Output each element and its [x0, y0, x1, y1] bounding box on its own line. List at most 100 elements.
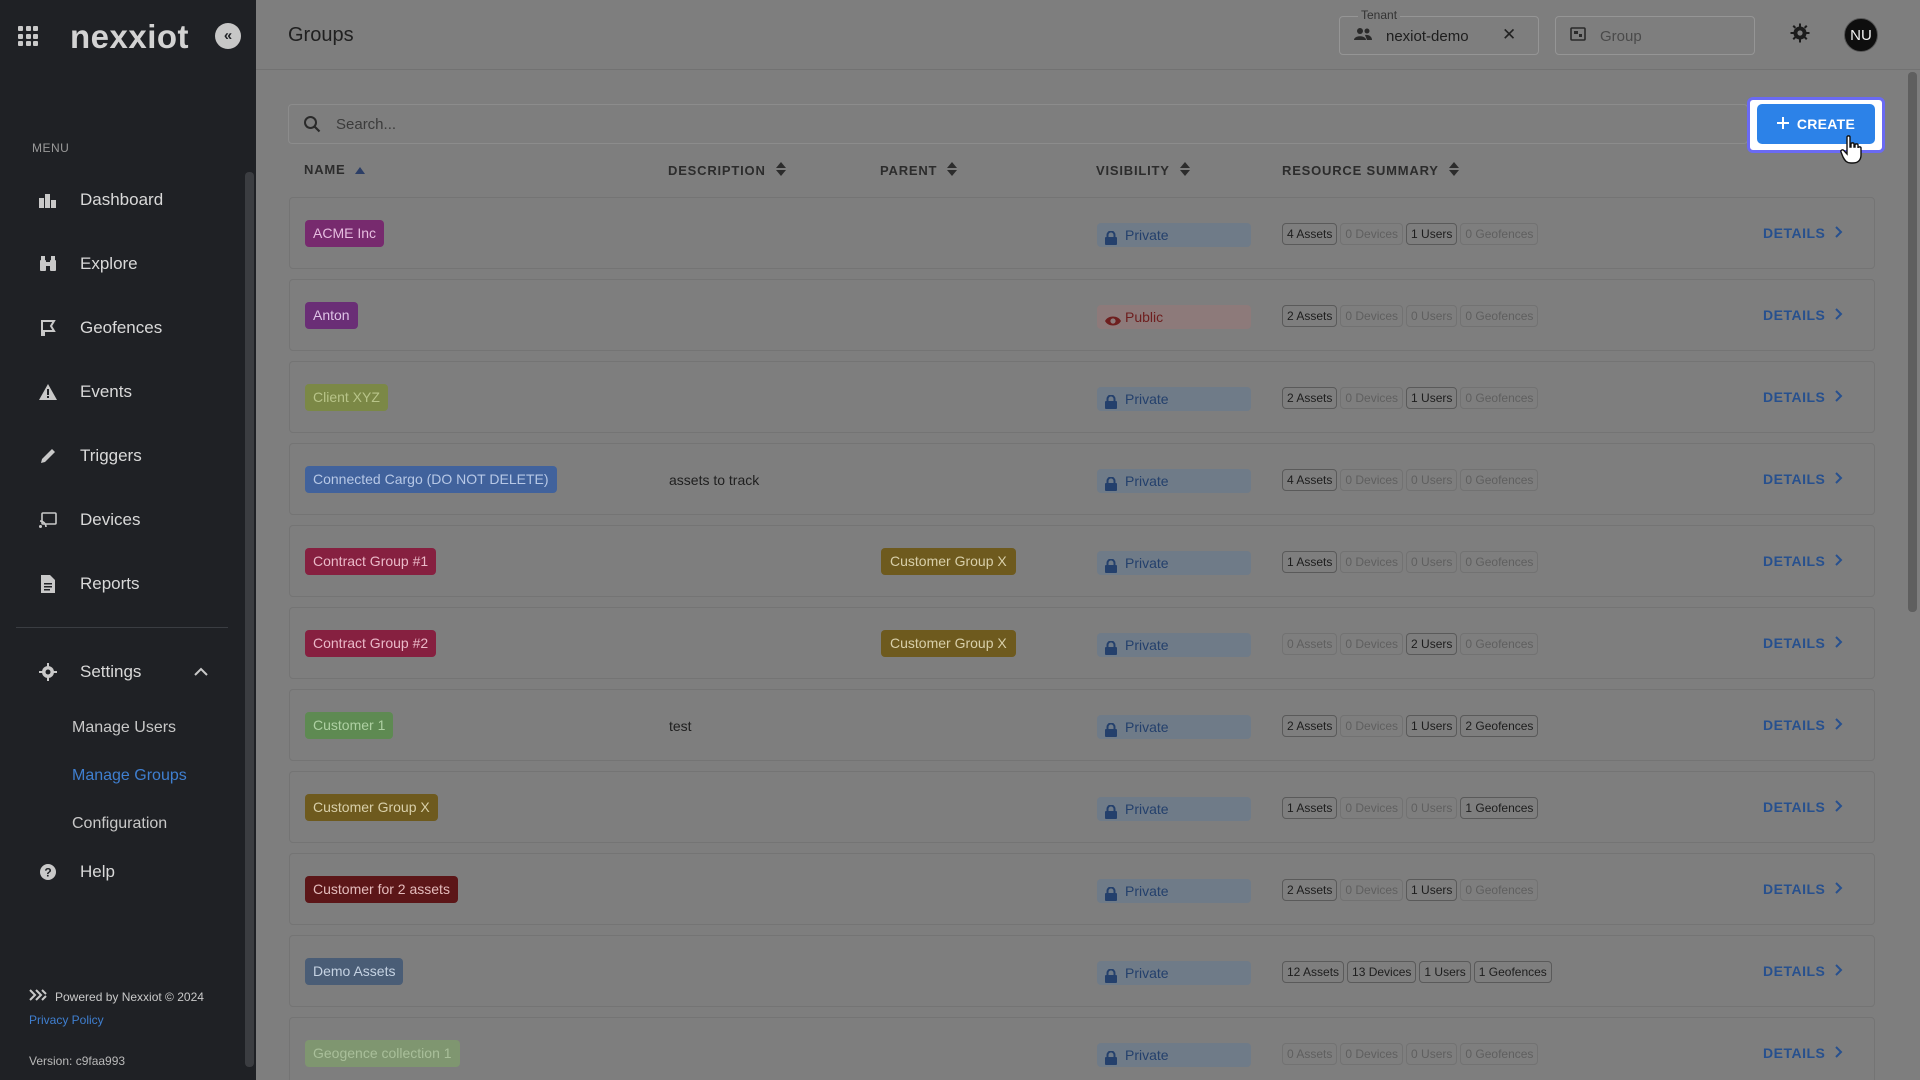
group-name-chip[interactable]: Customer for 2 assets	[305, 876, 458, 903]
lock-icon	[1105, 556, 1117, 580]
visibility-badge: Private	[1097, 551, 1251, 575]
visibility-badge: Private	[1097, 715, 1251, 739]
lock-icon	[1105, 966, 1117, 990]
sidebar-item-label: Triggers	[80, 446, 142, 465]
chevron-up-icon[interactable]	[191, 663, 211, 681]
parent-group-chip[interactable]: Customer Group X	[881, 548, 1016, 575]
resource-count-badge: 1 Geofences	[1460, 797, 1539, 819]
column-header-resource-summary[interactable]: RESOURCE SUMMARY	[1282, 162, 1459, 179]
visibility-badge: Private	[1097, 1043, 1251, 1067]
group-name-chip[interactable]: Customer 1	[305, 712, 394, 739]
group-name-chip[interactable]: Geogence collection 1	[305, 1040, 460, 1067]
resource-summary: 1 Assets 0 Devices 0 Users 1 Geofences	[1282, 797, 1539, 819]
sidebar-item-reports[interactable]: Reports	[0, 562, 244, 606]
chevron-right-icon	[1835, 307, 1843, 323]
sidebar-subitem-configuration[interactable]: Configuration	[72, 815, 167, 833]
details-link[interactable]: DETAILS	[1763, 635, 1843, 651]
group-name-chip[interactable]: Connected Cargo (DO NOT DELETE)	[305, 466, 557, 493]
resource-count-badge: 0 Assets	[1282, 633, 1338, 655]
user-avatar[interactable]: NU	[1844, 18, 1878, 52]
resource-count-badge: 0 Devices	[1340, 387, 1404, 409]
parent-group-chip[interactable]: Customer Group X	[881, 630, 1016, 657]
details-link[interactable]: DETAILS	[1763, 881, 1843, 897]
table-row[interactable]: Customer for 2 assets Private 2 Assets 0 De…	[289, 853, 1875, 925]
column-header-parent[interactable]: PARENT	[880, 162, 958, 179]
visibility-label: Private	[1125, 473, 1169, 489]
sidebar-subitem-manage-groups[interactable]: Manage Groups	[72, 767, 187, 785]
table-row[interactable]: ACME Inc Private 4 Assets 0 Devices 1 Users 0…	[289, 197, 1875, 269]
details-link[interactable]: DETAILS	[1763, 471, 1843, 487]
details-link[interactable]: DETAILS	[1763, 799, 1843, 815]
resource-summary: 4 Assets 0 Devices 1 Users 0 Geofences	[1282, 223, 1539, 245]
sidebar-item-events[interactable]: Events	[0, 370, 244, 414]
table-row[interactable]: Customer 1 test Private 2 Assets 0 Devices 1 …	[289, 689, 1875, 761]
resource-count-badge: 0 Users	[1406, 305, 1458, 327]
table-row[interactable]: Demo Assets Private 12 Assets 13 Devices 1 U…	[289, 935, 1875, 1007]
sidebar-item-devices[interactable]: Devices	[0, 498, 244, 542]
table-row[interactable]: Connected Cargo (DO NOT DELETE) assets to…	[289, 443, 1875, 515]
resource-summary: 0 Assets 0 Devices 0 Users 0 Geofences	[1282, 1043, 1539, 1065]
group-name-chip[interactable]: Customer Group X	[305, 794, 438, 821]
geofence-icon	[38, 318, 58, 338]
sort-ascending-icon	[355, 162, 366, 177]
details-link[interactable]: DETAILS	[1763, 717, 1843, 733]
search-input[interactable]: Search...	[288, 104, 1748, 144]
privacy-policy-link[interactable]: Privacy Policy	[29, 1013, 104, 1027]
svg-text:?: ?	[44, 866, 51, 880]
group-name-chip[interactable]: Anton	[305, 302, 358, 329]
resource-count-badge: 1 Assets	[1282, 797, 1338, 819]
table-row[interactable]: Anton Public 2 Assets 0 Devices 0 Users 0 Geo…	[289, 279, 1875, 351]
eye-icon	[1105, 310, 1121, 334]
sidebar-item-help[interactable]: ? Help	[0, 850, 244, 894]
group-name-chip[interactable]: Contract Group #1	[305, 548, 437, 575]
details-label: DETAILS	[1763, 963, 1826, 979]
column-header-name[interactable]: NAME	[304, 162, 366, 177]
sidebar-item-settings[interactable]: Settings	[0, 650, 244, 694]
group-name-chip[interactable]: Contract Group #2	[305, 630, 437, 657]
column-header-label: DESCRIPTION	[668, 163, 766, 178]
details-link[interactable]: DETAILS	[1763, 553, 1843, 569]
lock-icon	[1105, 720, 1117, 744]
resource-count-badge: 0 Assets	[1282, 1043, 1338, 1065]
resource-count-badge: 0 Devices	[1340, 797, 1404, 819]
sidebar-subitem-manage-users[interactable]: Manage Users	[72, 719, 176, 737]
group-name-chip[interactable]: Client XYZ	[305, 384, 388, 411]
details-link[interactable]: DETAILS	[1763, 963, 1843, 979]
column-header-visibility[interactable]: VISIBILITY	[1096, 162, 1190, 179]
details-link[interactable]: DETAILS	[1763, 1045, 1843, 1061]
details-link[interactable]: DETAILS	[1763, 307, 1843, 323]
report-icon	[38, 574, 58, 594]
resource-count-badge: 0 Geofences	[1460, 551, 1539, 573]
sidebar-item-explore[interactable]: Explore	[0, 242, 244, 286]
collapse-sidebar-button[interactable]: «	[215, 23, 241, 49]
details-link[interactable]: DETAILS	[1763, 389, 1843, 405]
group-name-chip[interactable]: ACME Inc	[305, 220, 385, 247]
details-label: DETAILS	[1763, 1045, 1826, 1061]
settings-gear-icon[interactable]	[1790, 23, 1810, 48]
sidebar-scrollbar[interactable]	[245, 172, 254, 1067]
details-link[interactable]: DETAILS	[1763, 225, 1843, 241]
clear-tenant-icon[interactable]: ✕	[1502, 25, 1516, 45]
sidebar-header: nexxiot «	[0, 14, 256, 58]
resource-count-badge: 0 Devices	[1340, 715, 1404, 737]
table-row[interactable]: Contract Group #1 Customer Group X Private…	[289, 525, 1875, 597]
table-row[interactable]: Client XYZ Private 2 Assets 0 Devices 1 User…	[289, 361, 1875, 433]
table-row[interactable]: Contract Group #2 Customer Group X Private…	[289, 607, 1875, 679]
table-row[interactable]: Customer Group X Private 1 Assets 0 Devices…	[289, 771, 1875, 843]
chevron-right-icon	[1835, 717, 1843, 733]
table-row[interactable]: Geogence collection 1 Private 0 Assets 0 De…	[289, 1017, 1875, 1080]
visibility-label: Private	[1125, 555, 1169, 571]
sidebar-item-geofences[interactable]: Geofences	[0, 306, 244, 350]
column-header-description[interactable]: DESCRIPTION	[668, 162, 786, 179]
resource-count-badge: 1 Users	[1406, 715, 1458, 737]
sidebar-item-dashboard[interactable]: Dashboard	[0, 178, 244, 222]
sort-icon	[947, 162, 958, 179]
group-select[interactable]: Group	[1555, 16, 1755, 55]
resource-count-badge: 0 Devices	[1340, 633, 1404, 655]
main-scrollbar[interactable]	[1908, 72, 1917, 612]
sidebar-item-triggers[interactable]: Triggers	[0, 434, 244, 478]
details-label: DETAILS	[1763, 553, 1826, 569]
group-name-chip[interactable]: Demo Assets	[305, 958, 404, 985]
visibility-badge: Private	[1097, 387, 1251, 411]
apps-grid-icon[interactable]	[18, 26, 38, 46]
